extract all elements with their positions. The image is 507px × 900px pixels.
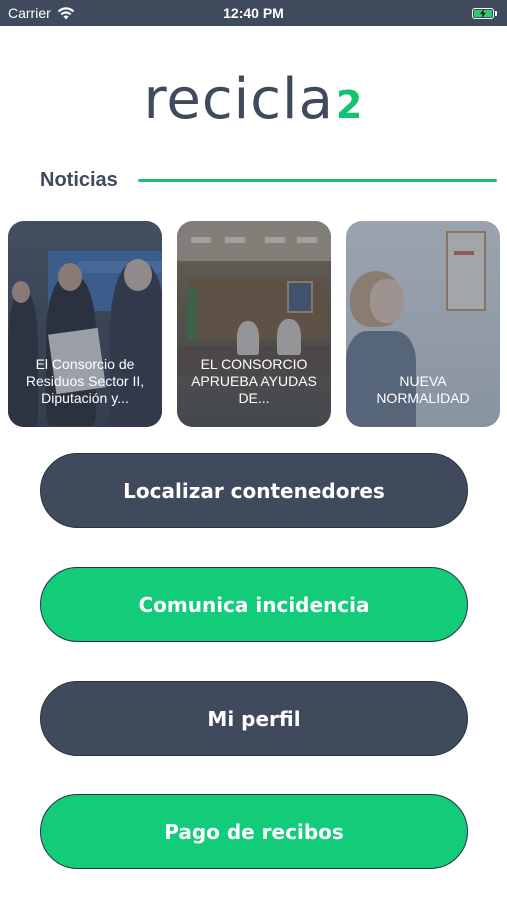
report-incident-button[interactable]: Comunica incidencia: [40, 567, 468, 642]
news-carousel[interactable]: El Consorcio de Residuos Sector II, Dipu…: [8, 221, 500, 427]
section-divider: [137, 178, 497, 182]
pay-bills-button[interactable]: Pago de recibos: [40, 794, 468, 869]
status-bar: Carrier 12:40 PM: [0, 0, 507, 26]
locate-containers-button[interactable]: Localizar contenedores: [40, 453, 468, 528]
status-left: Carrier: [8, 5, 75, 21]
news-section-title: Noticias: [40, 168, 118, 191]
news-card-3[interactable]: NUEVA NORMALIDAD: [346, 221, 500, 427]
news-card-2[interactable]: EL CONSORCIO APRUEBA AYUDAS DE...: [177, 221, 331, 427]
logo-text: recicla: [143, 67, 334, 132]
charging-bolt-icon: [480, 8, 486, 18]
my-profile-button[interactable]: Mi perfil: [40, 681, 468, 756]
app-logo: recicla2: [0, 72, 507, 128]
news-section-header: Noticias: [40, 168, 497, 192]
carrier-label: Carrier: [8, 5, 51, 21]
news-card-1-title: El Consorcio de Residuos Sector II, Dipu…: [25, 356, 145, 406]
news-card-3-title: NUEVA NORMALIDAD: [376, 373, 470, 406]
news-card-1[interactable]: El Consorcio de Residuos Sector II, Dipu…: [8, 221, 162, 427]
logo-number: 2: [335, 83, 364, 127]
battery-icon: [472, 7, 497, 19]
status-time: 12:40 PM: [223, 5, 284, 21]
wifi-icon: [57, 6, 74, 19]
news-card-2-title: EL CONSORCIO APRUEBA AYUDAS DE...: [191, 356, 317, 406]
